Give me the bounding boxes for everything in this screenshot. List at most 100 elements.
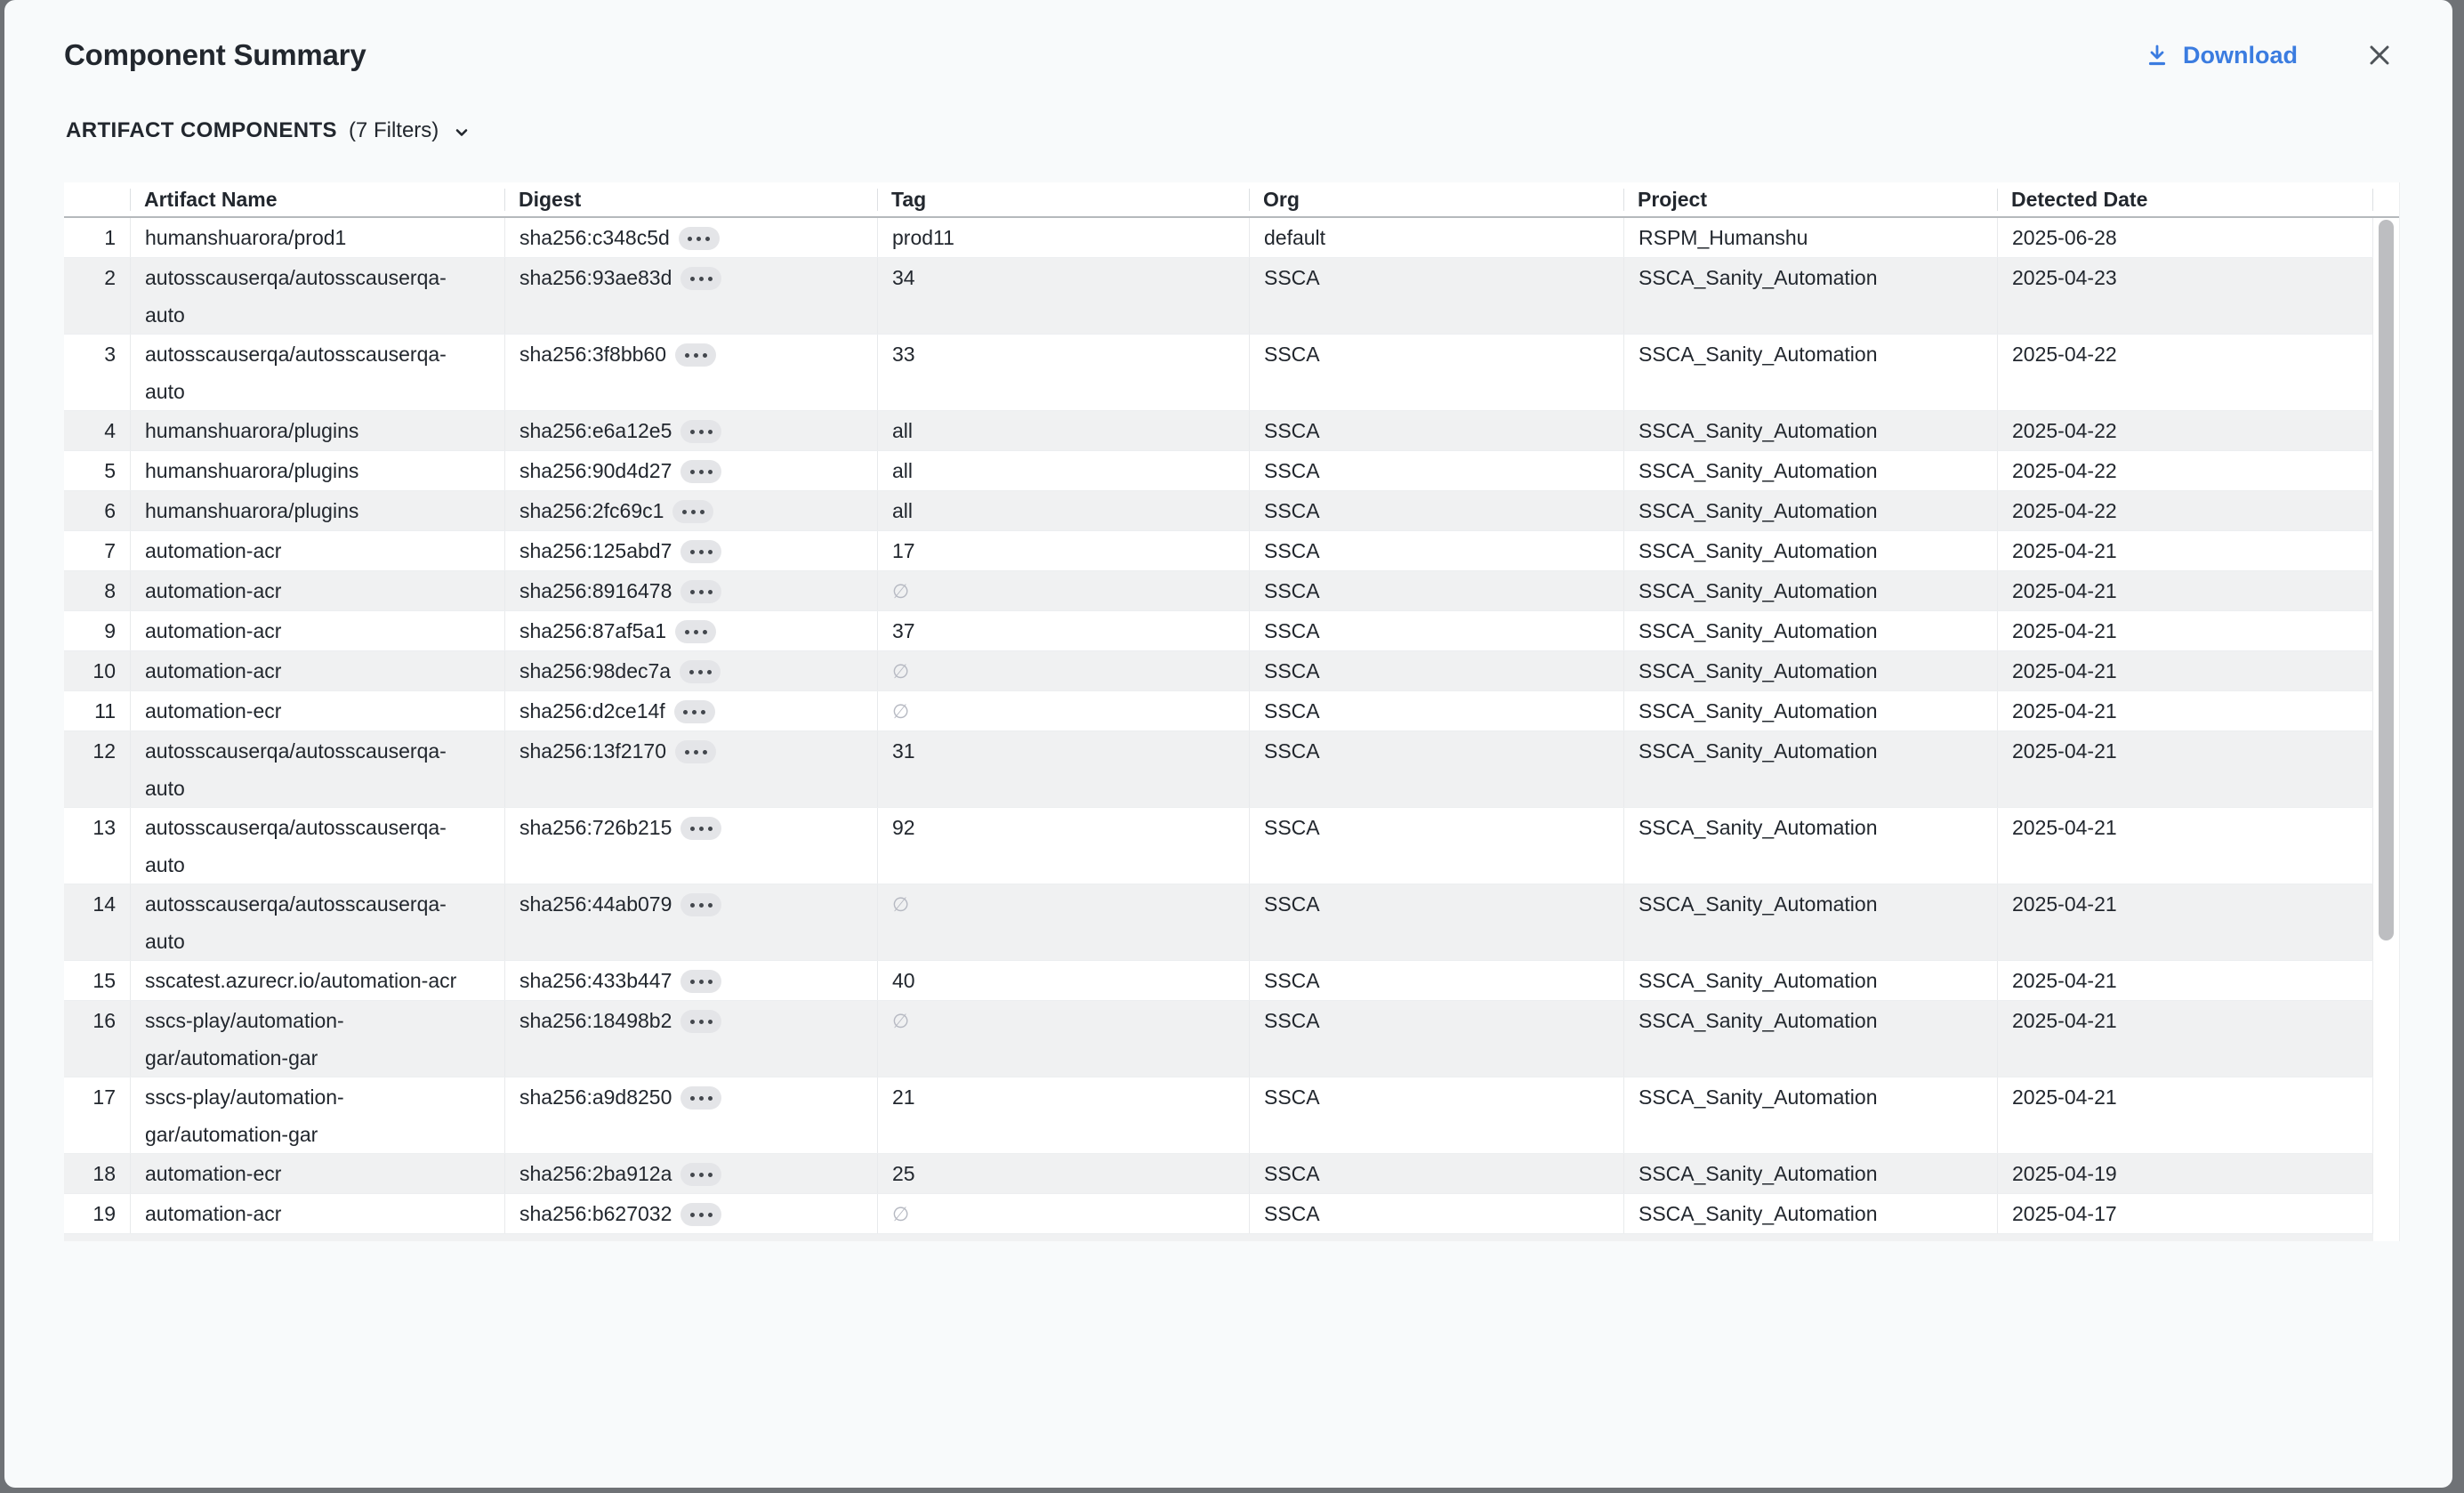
artifact-name-cell: automation-acr: [130, 1194, 504, 1233]
artifact-name-cell: autosscauserqa/autosscauserqa-auto: [130, 808, 504, 884]
tag-cell: ∅: [877, 884, 1249, 960]
header-actions: Download: [2144, 16, 2452, 73]
empty-tag-icon: ∅: [892, 1010, 909, 1032]
digest-value: sha256:44ab079: [519, 885, 672, 923]
digest-expand-button[interactable]: [680, 1010, 721, 1033]
digest-expand-button[interactable]: [675, 343, 716, 367]
artifact-name-cell: humanshuarora/prod1: [130, 218, 504, 257]
project-cell: SSCA_Sanity_Automation: [1623, 1194, 1997, 1233]
digest-value: sha256:433b447: [519, 962, 672, 999]
org-cell: SSCA: [1249, 531, 1623, 570]
digest-expand-button[interactable]: [680, 660, 721, 683]
column-header-tag: Tag: [877, 182, 1249, 216]
artifact-name-cell: autosscauserqa/autosscauserqa-auto: [130, 884, 504, 960]
org-cell: SSCA: [1249, 651, 1623, 690]
download-button[interactable]: Download: [2144, 42, 2298, 69]
artifact-name-cell: humanshuarora/plugins: [130, 491, 504, 530]
table-row: 12autosscauserqa/autosscauserqa-autosha2…: [64, 731, 2373, 808]
artifact-name-line: automation-acr: [145, 532, 495, 569]
digest-expand-button[interactable]: [680, 460, 721, 483]
tag-cell: ∅: [877, 1001, 1249, 1077]
artifact-name-line: auto: [145, 373, 495, 410]
tag-cell: all: [877, 491, 1249, 530]
tag-cell: all: [877, 451, 1249, 490]
digest-expand-button[interactable]: [675, 740, 716, 763]
digest-expand-button[interactable]: [680, 580, 721, 603]
project-cell: SSCA_Sanity_Automation: [1623, 491, 1997, 530]
row-number: 11: [64, 691, 130, 730]
table-row: 16sscs-play/automation-gar/automation-ga…: [64, 1001, 2373, 1077]
artifact-name-line: gar/automation-gar: [145, 1116, 495, 1153]
digest-value: sha256:2fc69c1: [519, 492, 664, 529]
detected-date-cell: 2025-04-22: [1997, 451, 2373, 490]
digest-expand-button[interactable]: [680, 540, 721, 563]
column-header-row-number: [64, 182, 130, 216]
digest-expand-button[interactable]: [680, 420, 721, 443]
digest-value: sha256:90d4d27: [519, 452, 672, 489]
project-cell: SSCA_Sanity_Automation: [1623, 411, 1997, 450]
digest-expand-button[interactable]: [680, 970, 721, 993]
table-row: 14autosscauserqa/autosscauserqa-auto sha2…: [64, 884, 2373, 961]
tag-cell: 33: [877, 335, 1249, 410]
empty-tag-icon: ∅: [892, 660, 909, 682]
vertical-scrollbar[interactable]: [2379, 220, 2394, 940]
digest-cell: sha256:b627032: [504, 1194, 877, 1233]
table-row: 5humanshuarora/pluginssha256:90d4d27allS…: [64, 451, 2373, 491]
digest-expand-button[interactable]: [675, 620, 716, 643]
detected-date-cell: 2025-04-21: [1997, 808, 2373, 884]
detected-date-cell: 2025-04-22: [1997, 335, 2373, 410]
digest-expand-button[interactable]: [672, 500, 713, 523]
org-cell: default: [1249, 218, 1623, 257]
row-number: 2: [64, 258, 130, 334]
digest-expand-button[interactable]: [680, 1203, 721, 1226]
digest-expand-button[interactable]: [680, 1086, 721, 1110]
artifact-components-toggle[interactable]: ARTIFACT COMPONENTS (7 Filters): [66, 112, 473, 149]
digest-value: sha256:98dec7a: [519, 652, 671, 690]
digest-expand-button[interactable]: [680, 893, 721, 916]
detected-date-cell: 2025-04-21: [1997, 651, 2373, 690]
org-cell: SSCA: [1249, 961, 1623, 1000]
digest-value: sha256:125abd7: [519, 532, 672, 569]
detected-date-cell: 2025-04-21: [1997, 611, 2373, 650]
digest-cell: sha256:13f2170: [504, 731, 877, 807]
close-button[interactable]: [2362, 37, 2397, 73]
detected-date-cell: 2025-04-21: [1997, 731, 2373, 807]
digest-value: sha256:13f2170: [519, 732, 666, 770]
digest-cell: sha256:c348c5d: [504, 218, 877, 257]
artifact-components-table: Artifact NameDigestTagOrgProjectDetected…: [64, 182, 2400, 1241]
artifact-name-cell: automation-ecr: [130, 691, 504, 730]
table-row: 17sscs-play/automation-gar/automation-ga…: [64, 1077, 2373, 1154]
artifact-name-cell: humanshuarora/plugins: [130, 451, 504, 490]
artifact-name-line: autosscauserqa/autosscauserqa-: [145, 335, 495, 373]
table-row: 8automation-acrsha256:8916478∅SSCASSCA_S…: [64, 571, 2373, 611]
project-cell: SSCA_Sanity_Automation: [1623, 1077, 1997, 1153]
row-number: 15: [64, 961, 130, 1000]
digest-expand-button[interactable]: [679, 227, 720, 250]
detected-date-cell: 2025-04-22: [1997, 491, 2373, 530]
row-number: 14: [64, 884, 130, 960]
artifact-name-cell: autosscauserqa/autosscauserqa-auto: [130, 335, 504, 410]
artifact-name-line: automation-ecr: [145, 692, 495, 730]
tag-cell: 21: [877, 1077, 1249, 1153]
chevron-down-icon: [450, 121, 473, 144]
artifact-name-cell: sscs-play/automation-gar/automation-gar: [130, 1077, 504, 1153]
org-cell: SSCA: [1249, 1077, 1623, 1153]
row-number: 6: [64, 491, 130, 530]
digest-cell: sha256:90d4d27: [504, 451, 877, 490]
detected-date-cell: 2025-04-21: [1997, 961, 2373, 1000]
row-number: 17: [64, 1077, 130, 1153]
artifact-name-line: humanshuarora/prod1: [145, 219, 495, 256]
artifact-name-line: auto: [145, 846, 495, 884]
digest-expand-button[interactable]: [680, 1163, 721, 1186]
digest-value: sha256:2ba912a: [519, 1155, 672, 1192]
tag-cell: 92: [877, 808, 1249, 884]
project-cell: SSCA_Sanity_Automation: [1623, 451, 1997, 490]
artifact-name-line: automation-acr: [145, 572, 495, 609]
digest-expand-button[interactable]: [680, 267, 721, 290]
detected-date-cell: 2025-04-23: [1997, 258, 2373, 334]
digest-expand-button[interactable]: [680, 817, 721, 840]
project-cell: SSCA_Sanity_Automation: [1623, 884, 1997, 960]
digest-expand-button[interactable]: [674, 700, 715, 723]
modal-header: Component Summary Download: [4, 0, 2452, 89]
digest-value: sha256:87af5a1: [519, 612, 666, 650]
